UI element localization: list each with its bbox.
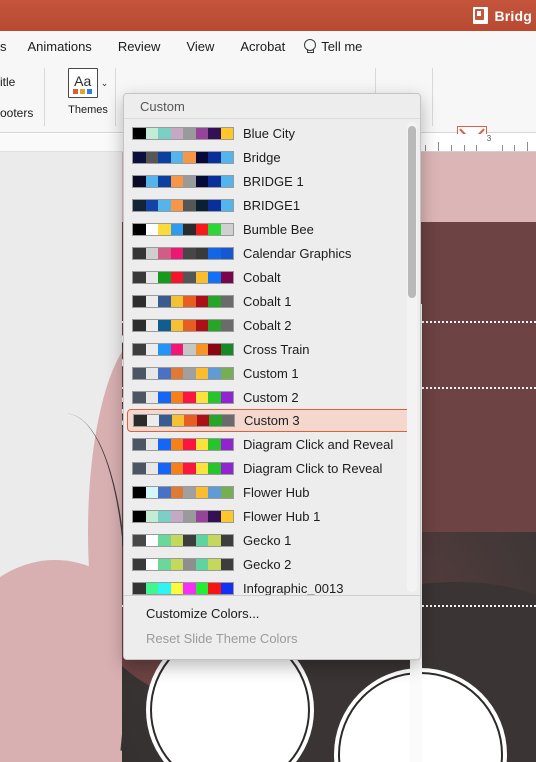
- menu-item-label: Cobalt 2: [243, 317, 292, 333]
- ribbon-clipped-footers[interactable]: ooters: [0, 106, 33, 120]
- menu-item-theme-colors[interactable]: Calendar Graphics: [124, 241, 420, 265]
- theme-color-swatch: [132, 437, 234, 451]
- menu-item-theme-colors[interactable]: Flower Hub 1: [124, 504, 420, 528]
- menu-item-theme-colors[interactable]: Blue City: [124, 121, 420, 145]
- horizontal-ruler[interactable]: 3: [418, 134, 536, 152]
- theme-color-swatch: [132, 509, 234, 523]
- menu-item-theme-colors[interactable]: Bridge: [124, 145, 420, 169]
- ribbon-clipped-title[interactable]: itle: [0, 75, 15, 89]
- menu-footer: Customize Colors... Reset Slide Theme Co…: [124, 595, 420, 659]
- ruler-number: 3: [486, 134, 492, 143]
- themes-icon: Aa: [67, 68, 98, 98]
- menu-item-label: BRIDGE1: [243, 197, 301, 213]
- theme-color-swatch: [132, 557, 234, 571]
- slide-left-region: [0, 152, 122, 762]
- menu-item-label: Gecko 1: [243, 532, 292, 548]
- theme-color-swatch: [132, 222, 234, 236]
- title-bar: Bridg: [0, 0, 536, 31]
- tab-animations[interactable]: Animations: [15, 31, 105, 62]
- menu-item-label: Infographic_0013: [243, 580, 344, 596]
- menu-item-label: Bumble Bee: [243, 221, 314, 237]
- theme-color-swatch: [132, 318, 234, 332]
- tell-me-button[interactable]: Tell me: [298, 39, 362, 54]
- menu-item-theme-colors[interactable]: Custom 3: [127, 409, 416, 432]
- reset-slide-theme-colors-item: Reset Slide Theme Colors: [146, 631, 298, 646]
- menu-section-header: Custom: [124, 94, 420, 119]
- decorative-curve-line: [0, 407, 122, 751]
- menu-scroll-region[interactable]: Blue City Bridge BRIDGE 1 BRIDGE1 Bumble Bee…: [124, 119, 420, 595]
- tab-review[interactable]: Review: [105, 31, 174, 62]
- theme-color-swatch: [132, 270, 234, 284]
- menu-item-theme-colors[interactable]: Gecko 1: [124, 528, 420, 552]
- theme-color-swatch: [132, 174, 234, 188]
- menu-item-label: Custom 2: [243, 389, 299, 405]
- powerpoint-icon: [473, 7, 489, 24]
- menu-item-label: Flower Hub: [243, 484, 310, 500]
- customize-colors-item[interactable]: Customize Colors...: [124, 601, 420, 626]
- themes-group: Aa ⌄ Themes: [54, 68, 122, 116]
- colors-dropdown-menu[interactable]: Custom Blue City Bridge BRIDGE 1 BRIDGE1 Bum…: [123, 93, 421, 660]
- theme-color-swatch: [132, 581, 234, 595]
- document-title: Bridg: [494, 7, 532, 24]
- menu-item-theme-colors[interactable]: BRIDGE 1: [124, 169, 420, 193]
- menu-item-label: Cross Train: [243, 341, 310, 357]
- themes-accent-dots: [72, 89, 92, 94]
- ribbon-separator: [432, 68, 433, 126]
- theme-color-swatch: [132, 461, 234, 475]
- chevron-down-icon[interactable]: ⌄: [101, 78, 109, 89]
- themes-label: Themes: [68, 104, 108, 116]
- menu-item-theme-colors[interactable]: Custom 2: [124, 385, 420, 409]
- ribbon-tab-strip: s Animations Review View Acrobat Tell me: [0, 31, 536, 62]
- menu-item-label: Custom 1: [243, 365, 299, 381]
- theme-color-swatch: [132, 390, 234, 404]
- menu-item-label: Gecko 2: [243, 556, 292, 572]
- menu-item-theme-colors[interactable]: Diagram Click and Reveal: [124, 432, 420, 456]
- tab-clipped[interactable]: s: [0, 31, 15, 62]
- menu-item-label: Diagram Click to Reveal: [243, 460, 383, 476]
- theme-color-swatch: [132, 198, 234, 212]
- lightbulb-icon: [304, 39, 317, 54]
- ribbon-separator: [44, 68, 45, 126]
- theme-color-swatch: [132, 342, 234, 356]
- menu-item-theme-colors[interactable]: Cobalt 2: [124, 313, 420, 337]
- menu-item-label: Cobalt: [243, 269, 281, 285]
- menu-item-theme-colors[interactable]: BRIDGE1: [124, 193, 420, 217]
- menu-item-theme-colors[interactable]: Cross Train: [124, 337, 420, 361]
- menu-item-label: Cobalt 1: [243, 293, 292, 309]
- tab-acrobat[interactable]: Acrobat: [227, 31, 298, 62]
- document-title-group: Bridg: [473, 7, 532, 24]
- theme-color-swatch: [132, 485, 234, 499]
- menu-item-theme-colors[interactable]: Bumble Bee: [124, 217, 420, 241]
- menu-item-theme-colors[interactable]: Cobalt: [124, 265, 420, 289]
- theme-color-swatch: [132, 126, 234, 140]
- menu-scrollbar-thumb[interactable]: [408, 126, 416, 298]
- menu-item-theme-colors[interactable]: Infographic_0013: [124, 576, 420, 595]
- menu-item-label: Calendar Graphics: [243, 245, 352, 261]
- tab-view[interactable]: View: [173, 31, 227, 62]
- themes-button[interactable]: Aa ⌄: [54, 68, 122, 98]
- theme-color-swatch: [132, 150, 234, 164]
- theme-color-swatch: [132, 366, 234, 380]
- theme-color-swatch: [132, 246, 234, 260]
- themes-glyph: Aa: [74, 73, 92, 89]
- menu-item-label: BRIDGE 1: [243, 173, 304, 189]
- menu-item-theme-colors[interactable]: Flower Hub: [124, 480, 420, 504]
- menu-item-label: Bridge: [243, 149, 281, 165]
- menu-item-label: Diagram Click and Reveal: [243, 436, 394, 452]
- menu-item-label: Custom 3: [244, 413, 300, 428]
- menu-item-theme-colors[interactable]: Custom 1: [124, 361, 420, 385]
- theme-color-swatch: [132, 533, 234, 547]
- theme-color-swatch: [132, 294, 234, 308]
- menu-item-label: Blue City: [243, 125, 296, 141]
- menu-item-label: Flower Hub 1: [243, 508, 321, 524]
- app-window: Bridg s Animations Review View Acrobat T…: [0, 0, 536, 762]
- menu-item-theme-colors[interactable]: Diagram Click to Reveal: [124, 456, 420, 480]
- menu-item-theme-colors[interactable]: Cobalt 1: [124, 289, 420, 313]
- menu-item-theme-colors[interactable]: Gecko 2: [124, 552, 420, 576]
- tell-me-label: Tell me: [321, 39, 363, 54]
- theme-color-swatch: [133, 414, 235, 427]
